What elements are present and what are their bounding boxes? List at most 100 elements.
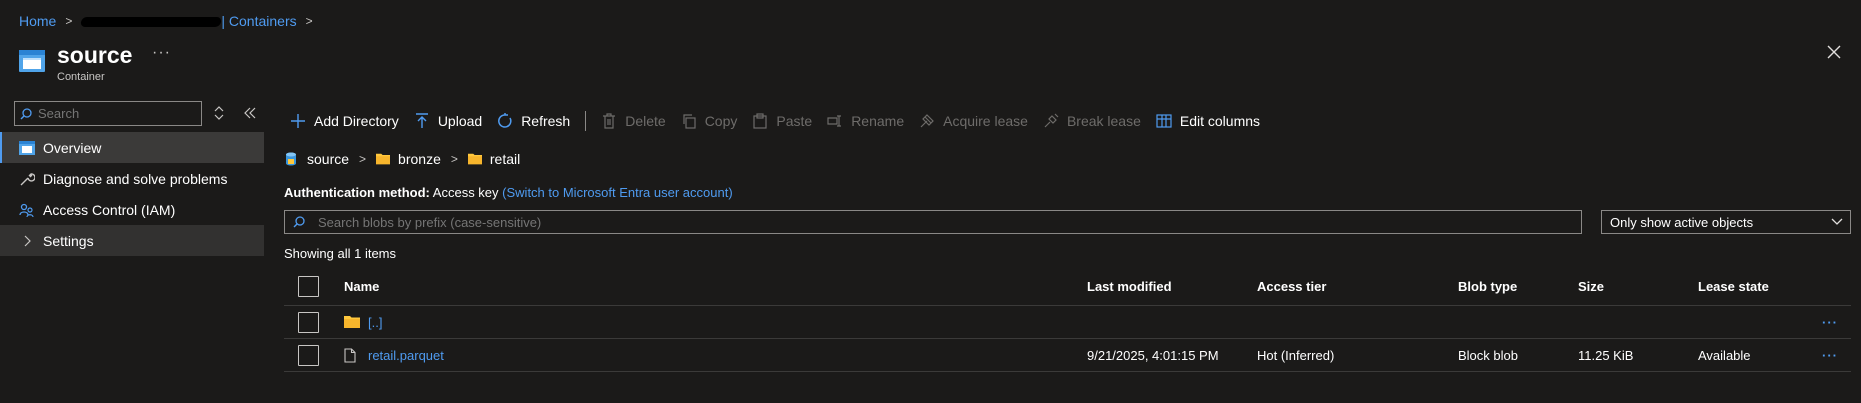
filter-selected-value: Only show active objects (1610, 214, 1754, 230)
toolbar: Add Directory Upload Refresh Delete Copy… (290, 110, 1275, 132)
acquire-lease-icon (919, 113, 935, 129)
table-row: [..] ··· (284, 306, 1851, 339)
sidebar-search[interactable] (14, 101, 202, 126)
add-directory-label: Add Directory (314, 113, 399, 129)
edit-columns-label: Edit columns (1179, 113, 1261, 129)
add-directory-button[interactable]: Add Directory (290, 113, 399, 129)
container-icon (19, 50, 45, 72)
blob-search-input[interactable] (318, 214, 1518, 230)
file-icon (344, 348, 360, 363)
table-row: retail.parquet 9/21/2025, 4:01:15 PM Hot… (284, 339, 1851, 372)
sidebar-nav: Overview Diagnose and solve problems Acc… (0, 132, 264, 256)
search-icon (293, 216, 305, 228)
breadcrumb-containers[interactable]: | Containers (221, 13, 296, 29)
path-segment[interactable]: source (307, 151, 349, 167)
chevron-right-icon: > (65, 14, 73, 28)
paste-button[interactable]: Paste (752, 113, 812, 129)
edit-columns-button[interactable]: Edit columns (1156, 113, 1260, 129)
toolbar-divider (585, 111, 587, 131)
sidebar-search-input[interactable] (38, 106, 188, 121)
collapse-sidebar-icon[interactable] (243, 106, 257, 120)
select-all-checkbox[interactable] (298, 276, 319, 297)
chevron-down-icon (1831, 218, 1843, 225)
object-filter-dropdown[interactable]: Only show active objects (1601, 210, 1851, 234)
folder-icon (344, 315, 360, 329)
auth-method: Authentication method: Access key (Switc… (284, 185, 733, 200)
container-cylinder-icon (285, 152, 299, 166)
wrench-icon (19, 171, 35, 187)
column-header-lease-state[interactable]: Lease state (1698, 268, 1769, 305)
row-more-button[interactable]: ··· (1822, 306, 1838, 338)
upload-icon (414, 113, 430, 129)
sidebar-item-label: Diagnose and solve problems (43, 170, 228, 187)
people-icon (19, 202, 35, 218)
chevron-right-icon: > (305, 14, 313, 28)
upload-label: Upload (437, 113, 483, 129)
container-icon (19, 140, 35, 156)
redacted-account-name (80, 17, 223, 27)
auth-method-value: Access key (432, 185, 499, 200)
columns-icon (1156, 113, 1172, 129)
row-lease-state: Available (1698, 347, 1751, 363)
table-header: Name Last modified Access tier Blob type… (284, 268, 1851, 306)
sidebar-item-iam[interactable]: Access Control (IAM) (0, 194, 264, 225)
row-last-modified: 9/21/2025, 4:01:15 PM (1087, 347, 1219, 363)
copy-label: Copy (704, 113, 738, 129)
sidebar-item-overview[interactable]: Overview (0, 132, 264, 163)
copy-button[interactable]: Copy (681, 113, 738, 129)
row-checkbox[interactable] (298, 344, 319, 366)
sidebar-item-diagnose[interactable]: Diagnose and solve problems (0, 163, 264, 194)
row-size: 11.25 KiB (1578, 347, 1634, 363)
row-checkbox[interactable] (298, 311, 319, 333)
path-segment[interactable]: bronze (398, 151, 441, 167)
chevron-right-icon: > (450, 152, 458, 166)
rename-label: Rename (851, 113, 905, 129)
breadcrumb: Home > | Containers > (19, 11, 322, 31)
column-header-last-modified[interactable]: Last modified (1087, 268, 1172, 305)
row-more-button[interactable]: ··· (1822, 339, 1838, 371)
folder-icon (467, 152, 482, 166)
upload-button[interactable]: Upload (414, 113, 482, 129)
trash-icon (601, 113, 617, 129)
paste-icon (752, 113, 768, 129)
copy-icon (681, 113, 697, 129)
sidebar-item-label: Access Control (IAM) (43, 201, 176, 218)
breadcrumb-home[interactable]: Home (19, 13, 56, 29)
row-name-link[interactable]: [..] (368, 315, 382, 330)
column-header-access-tier[interactable]: Access tier (1257, 268, 1326, 305)
item-count: Showing all 1 items (284, 246, 396, 261)
more-options-button[interactable]: ··· (152, 44, 171, 62)
refresh-icon (497, 113, 513, 129)
auth-method-label: Authentication method: (284, 185, 430, 200)
column-header-blob-type[interactable]: Blob type (1458, 268, 1517, 305)
paste-label: Paste (776, 113, 813, 129)
delete-button[interactable]: Delete (601, 113, 666, 129)
column-header-name[interactable]: Name (344, 268, 379, 305)
page-subtitle: Container (57, 71, 105, 83)
delete-label: Delete (625, 113, 666, 129)
chevron-right-icon: > (359, 152, 367, 166)
sort-icon[interactable] (213, 106, 225, 120)
sidebar-item-settings[interactable]: Settings (0, 225, 264, 256)
close-icon[interactable] (1826, 44, 1842, 60)
rename-button[interactable]: Rename (827, 113, 904, 129)
column-header-size[interactable]: Size (1578, 268, 1604, 305)
path-segment[interactable]: retail (490, 151, 520, 167)
row-access-tier: Hot (Inferred) (1257, 347, 1335, 363)
page-title: source (57, 42, 133, 68)
switch-auth-link[interactable]: (Switch to Microsoft Entra user account) (502, 185, 732, 200)
row-blob-type: Block blob (1458, 347, 1518, 363)
break-lease-button[interactable]: Break lease (1043, 113, 1141, 129)
acquire-lease-button[interactable]: Acquire lease (919, 113, 1028, 129)
refresh-button[interactable]: Refresh (497, 113, 570, 129)
rename-icon (827, 113, 843, 129)
search-icon (20, 107, 32, 119)
chevron-right-icon (19, 233, 35, 249)
row-name-link[interactable]: retail.parquet (368, 348, 444, 363)
break-lease-label: Break lease (1066, 113, 1141, 129)
plus-icon (290, 113, 306, 129)
blob-search-box[interactable] (284, 210, 1582, 234)
folder-icon (376, 152, 391, 166)
blob-table: Name Last modified Access tier Blob type… (284, 268, 1851, 372)
acquire-lease-label: Acquire lease (943, 113, 1028, 129)
